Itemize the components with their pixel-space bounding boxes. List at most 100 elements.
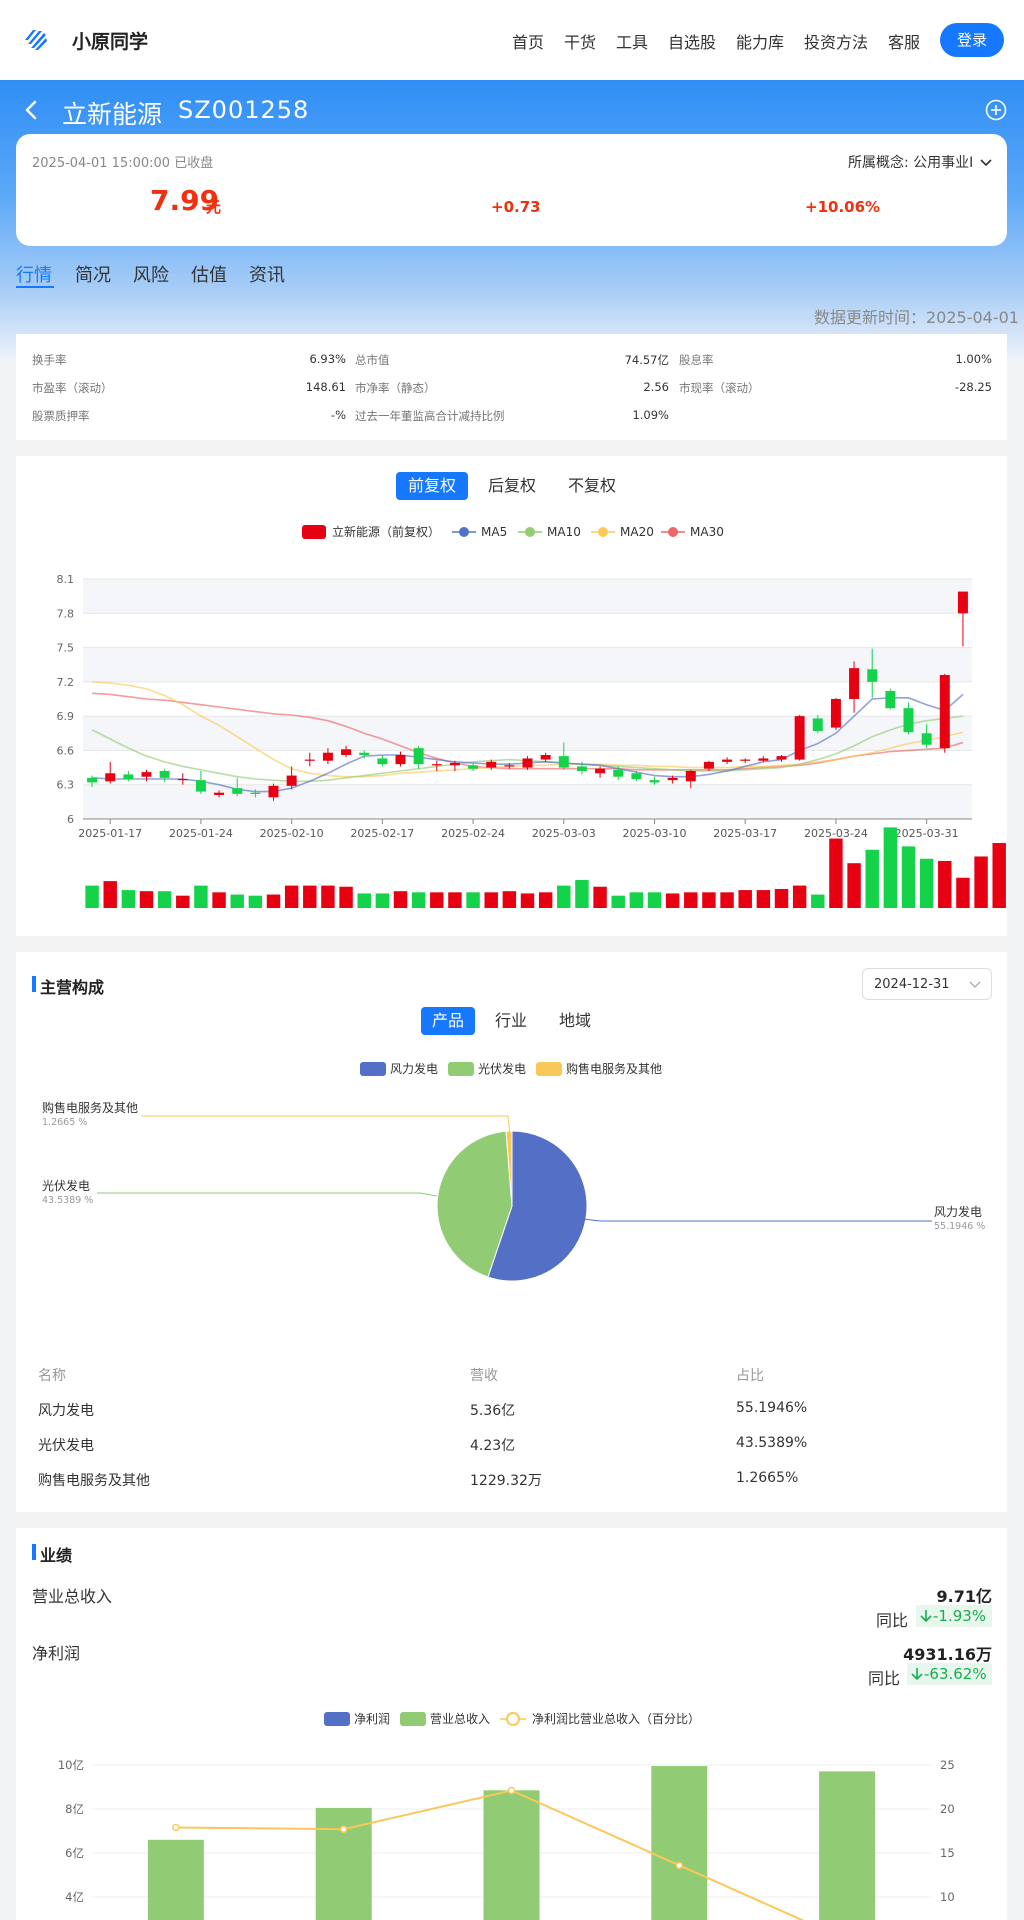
date-select-value: 2024-12-31 xyxy=(874,977,950,992)
legend-solar-swatch[interactable] xyxy=(448,1062,474,1076)
x-tick-label: 2025-01-24 xyxy=(169,827,233,840)
table-cell-name: 风力发电 xyxy=(38,1403,94,1419)
legend-profit[interactable]: 净利润 xyxy=(354,1712,390,1726)
legend-profit-swatch[interactable] xyxy=(324,1712,350,1726)
nav-ability[interactable]: 能力库 xyxy=(736,29,784,53)
legend-candle-swatch[interactable] xyxy=(302,525,326,539)
revenue-value: 9.71亿 xyxy=(936,1587,992,1606)
x-tick-label: 2025-02-24 xyxy=(441,827,505,840)
legend-wind-swatch[interactable] xyxy=(360,1062,386,1076)
date-select[interactable]: 2024-12-31 xyxy=(862,968,992,1000)
candle xyxy=(522,758,533,768)
volume-bar xyxy=(321,885,335,908)
tab-news[interactable]: 资讯 xyxy=(249,261,285,287)
tab-region[interactable]: 地域 xyxy=(548,1007,602,1035)
back-arrow-icon[interactable] xyxy=(20,98,44,122)
revenue-yoy-label: 同比 xyxy=(876,1611,909,1630)
legend-wind[interactable]: 风力发电 xyxy=(390,1061,438,1076)
tab-unadjusted[interactable]: 不复权 xyxy=(556,472,628,500)
candle xyxy=(486,761,497,768)
stat-value: 2.56 xyxy=(643,380,669,394)
legend-ma5[interactable]: MA5 xyxy=(452,525,507,539)
performance-chart: 净利润 营业总收入 净利润比营业总收入（百分比） 10亿 25 8亿 20 6亿 15 4亿… xyxy=(58,1712,955,1920)
volume-bar xyxy=(720,892,734,908)
volume-bar xyxy=(85,885,99,908)
login-button[interactable]: 登录 xyxy=(940,23,1004,57)
tab-industry[interactable]: 行业 xyxy=(484,1007,538,1035)
legend-other-swatch[interactable] xyxy=(536,1062,562,1076)
volume-bar xyxy=(665,893,680,908)
candle xyxy=(504,765,515,767)
nav-methods[interactable]: 投资方法 xyxy=(804,29,868,53)
nav-articles[interactable]: 干货 xyxy=(564,29,596,53)
volume-bar xyxy=(702,892,716,908)
nav-service[interactable]: 客服 xyxy=(888,29,920,53)
nav-home[interactable]: 首页 xyxy=(512,29,544,53)
candle xyxy=(740,759,751,761)
legend-ma30[interactable]: MA30 xyxy=(661,525,724,539)
stat-value: 6.93% xyxy=(309,352,346,366)
y-tick-label: 7.8 xyxy=(57,607,75,620)
y-tick-label: 6.9 xyxy=(57,710,75,723)
volume-bar xyxy=(684,892,698,908)
x-tick-label: 2025-02-17 xyxy=(350,827,414,840)
volume-bar xyxy=(575,880,589,908)
section-marker xyxy=(32,976,36,992)
candle xyxy=(159,771,170,778)
candle xyxy=(939,675,950,749)
tab-profile[interactable]: 简况 xyxy=(75,261,111,287)
tab-valuation[interactable]: 估值 xyxy=(191,261,227,287)
volume-bar xyxy=(176,895,190,908)
stat-value: 148.61 xyxy=(305,380,346,394)
y-left-tick-label: 10亿 xyxy=(58,1758,84,1772)
volume-bar xyxy=(629,892,644,908)
legend-candle[interactable]: 立新能源（前复权） xyxy=(332,524,440,539)
x-tick-label: 2025-02-10 xyxy=(260,827,324,840)
candle xyxy=(413,748,424,765)
tab-forward-adjusted[interactable]: 前复权 xyxy=(396,472,468,500)
revenue-bar xyxy=(651,1766,708,1920)
brand-name[interactable]: 小原同学 xyxy=(72,27,148,54)
nav-tools[interactable]: 工具 xyxy=(616,29,648,53)
stat-value: 1.09% xyxy=(632,408,669,422)
y-tick-label: 6 xyxy=(67,813,74,826)
x-tick-label: 2025-03-31 xyxy=(895,827,959,840)
nav-watchlist[interactable]: 自选股 xyxy=(668,29,716,53)
tab-backward-adjusted[interactable]: 后复权 xyxy=(476,472,548,500)
candle xyxy=(395,755,406,765)
y-right-tick-label: 15 xyxy=(940,1846,955,1860)
add-watchlist-icon[interactable] xyxy=(985,99,1007,121)
stock-name: 立新能源 xyxy=(62,100,163,129)
legend-solar[interactable]: 光伏发电 xyxy=(478,1061,526,1076)
tab-risk[interactable]: 风险 xyxy=(133,261,169,287)
volume-bar xyxy=(557,885,571,908)
legend-ma20[interactable]: MA20 xyxy=(591,525,654,539)
logo-stripes-icon[interactable] xyxy=(22,26,50,54)
y-left-tick-label: 4亿 xyxy=(65,1890,84,1904)
legend-revenue[interactable]: 营业总收入 xyxy=(430,1712,490,1726)
candle xyxy=(214,792,225,795)
legend-other[interactable]: 购售电服务及其他 xyxy=(566,1061,662,1076)
table-cell-ratio: 55.1946% xyxy=(736,1400,808,1416)
tab-product[interactable]: 产品 xyxy=(421,1007,475,1035)
volume-bar xyxy=(230,894,244,908)
table-cell-revenue: 5.36亿 xyxy=(470,1403,516,1419)
legend-revenue-swatch[interactable] xyxy=(400,1712,426,1726)
table-cell-ratio: 43.5389% xyxy=(736,1435,808,1451)
revenue-bar xyxy=(147,1839,204,1920)
volume-bar xyxy=(357,893,371,908)
concept-dropdown[interactable]: 所属概念: 公用事业I xyxy=(848,152,992,172)
x-tick-label: 2025-03-17 xyxy=(713,827,777,840)
profit-yoy-label: 同比 xyxy=(868,1669,901,1688)
tab-market[interactable]: 行情 xyxy=(16,261,52,287)
legend-ratio[interactable]: 净利润比营业总收入（百分比） xyxy=(500,1712,700,1726)
ratio-point xyxy=(675,1861,684,1870)
revenue-bar xyxy=(483,1790,540,1920)
stat-label: 总市值 xyxy=(355,353,390,367)
y-tick-label: 7.2 xyxy=(57,676,75,689)
volume-bar xyxy=(520,893,535,908)
section-marker xyxy=(32,1544,36,1560)
legend-ma10[interactable]: MA10 xyxy=(518,525,581,539)
candle xyxy=(867,669,878,682)
stats-panel xyxy=(16,334,1007,440)
